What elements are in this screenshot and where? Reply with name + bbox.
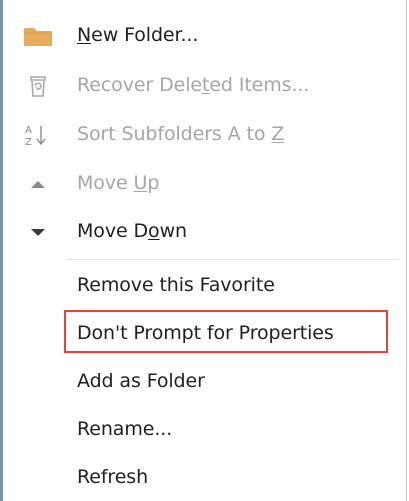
- context-menu: New Folder... Recover Deleted Items... A…: [0, 0, 409, 501]
- sort-az-icon: A Z: [23, 123, 53, 148]
- highlight-box: [64, 310, 388, 353]
- menu-item-label: Refresh: [77, 466, 149, 488]
- svg-text:A: A: [25, 125, 32, 136]
- menu-item-label: Add as Folder: [77, 370, 205, 392]
- folder-icon: [23, 24, 53, 48]
- menu-item-label: New Folder...: [77, 24, 199, 46]
- menu-item-move-up[interactable]: Move Up: [3, 160, 407, 206]
- menu-item-rename[interactable]: Rename...: [3, 406, 407, 452]
- menu-item-refresh[interactable]: Refresh: [3, 454, 407, 500]
- menu-item-new-folder[interactable]: New Folder...: [3, 12, 407, 58]
- menu-item-move-down[interactable]: Move Down: [3, 208, 407, 254]
- menu-item-label: Recover Deleted Items...: [77, 74, 310, 96]
- menu-item-label: Rename...: [77, 418, 173, 440]
- menu-item-add-as-folder[interactable]: Add as Folder: [3, 358, 407, 404]
- svg-text:Z: Z: [25, 137, 32, 147]
- triangle-up-icon: [23, 172, 53, 196]
- menu-item-label: Move Up: [77, 172, 160, 194]
- menu-item-label: Remove this Favorite: [77, 274, 275, 296]
- menu-separator: [67, 259, 399, 260]
- menu-item-label: Sort Subfolders A to Z: [77, 123, 285, 145]
- triangle-down-icon: [23, 220, 53, 244]
- menu-item-label: Move Down: [77, 220, 187, 242]
- recycle-bin-icon: [23, 74, 53, 98]
- menu-item-recover-deleted-items[interactable]: Recover Deleted Items...: [3, 62, 407, 108]
- menu-item-sort-subfolders[interactable]: A Z Sort Subfolders A to Z: [3, 111, 407, 157]
- menu-item-remove-favorite[interactable]: Remove this Favorite: [3, 262, 407, 308]
